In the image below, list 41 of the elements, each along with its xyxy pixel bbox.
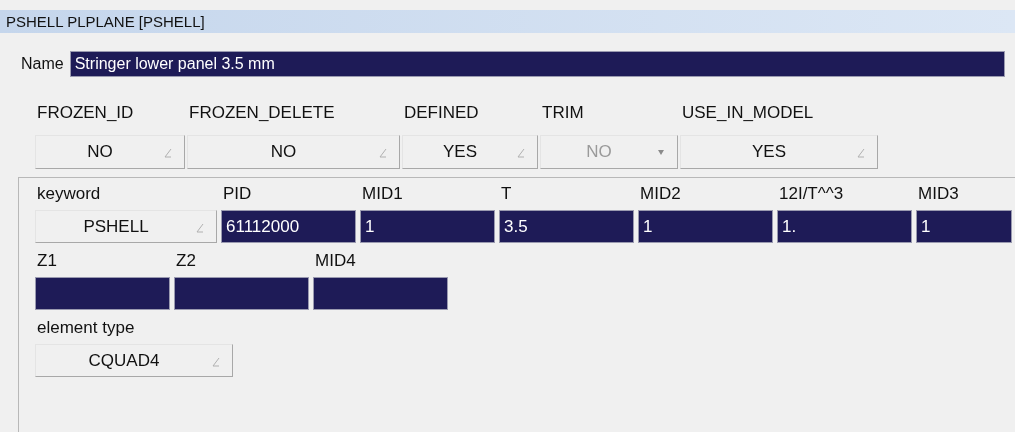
field-label: MID1 (361, 184, 404, 205)
field-label: Z2 (175, 251, 197, 272)
flag-label: FROZEN_DELETE (188, 103, 336, 124)
dropdown[interactable]: NO (35, 135, 185, 169)
window-title: PSHELL PLPLANE [PSHELL] (6, 13, 205, 30)
input-field[interactable]: 1 (360, 210, 495, 243)
flag-label: USE_IN_MODEL (681, 103, 815, 124)
caret-icon (517, 148, 525, 158)
input-field[interactable]: 61112000 (221, 210, 356, 243)
field-label: element type (36, 318, 136, 339)
field-label: keyword (36, 184, 102, 205)
caret-icon (657, 148, 665, 156)
flag-label: DEFINED (403, 103, 480, 124)
field-label: T (500, 184, 513, 205)
input-field[interactable]: 3.5 (499, 210, 634, 243)
caret-icon (212, 357, 220, 367)
input-field[interactable]: 1 (638, 210, 773, 243)
input-field[interactable]: 1 (916, 210, 1012, 243)
input-field[interactable]: 1. (777, 210, 912, 243)
caret-icon (857, 148, 865, 158)
dropdown[interactable]: NO (187, 135, 400, 169)
caret-icon (379, 148, 387, 158)
caret-icon (196, 223, 204, 233)
dropdown[interactable]: PSHELL (35, 210, 217, 243)
field-label: 12I/T^^3 (778, 184, 845, 205)
flag-label: FROZEN_ID (36, 103, 135, 124)
field-label: MID2 (639, 184, 682, 205)
input-field[interactable] (35, 277, 170, 310)
input-field[interactable] (313, 277, 448, 310)
dropdown[interactable]: YES (402, 135, 538, 169)
field-label: Z1 (36, 251, 58, 272)
flag-label: TRIM (541, 103, 585, 124)
name-label: Name (21, 55, 64, 73)
name-field[interactable]: Stringer lower panel 3.5 mm (69, 51, 1005, 77)
field-label: MID3 (917, 184, 960, 205)
dropdown[interactable]: YES (680, 135, 878, 169)
field-label: MID4 (314, 251, 357, 272)
field-label: PID (222, 184, 253, 205)
dropdown[interactable]: CQUAD4 (35, 344, 233, 377)
caret-icon (164, 148, 172, 158)
input-field[interactable] (174, 277, 309, 310)
